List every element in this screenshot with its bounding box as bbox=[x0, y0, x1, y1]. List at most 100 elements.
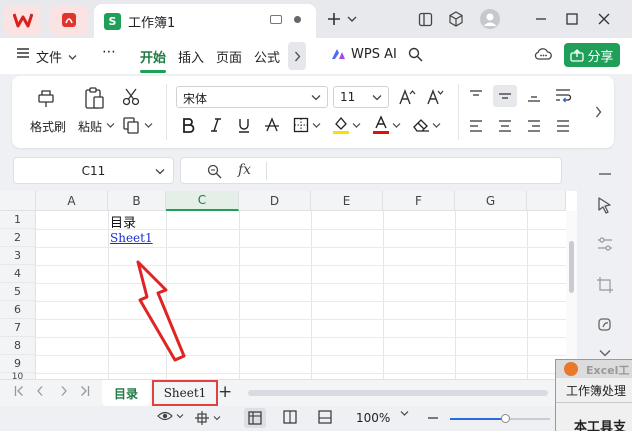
excel-tool-popup[interactable]: Excel工 工作簿处理 本工具支 bbox=[555, 359, 632, 431]
paste-chevron-down-icon[interactable] bbox=[106, 122, 115, 129]
horizontal-scrollbar[interactable] bbox=[248, 390, 548, 396]
cut-icon[interactable] bbox=[122, 88, 140, 106]
cell-b2-hyperlink[interactable]: Sheet1 bbox=[110, 231, 153, 245]
border-chevron-down-icon[interactable] bbox=[312, 122, 321, 129]
page-layout-view-icon[interactable] bbox=[283, 410, 297, 424]
crop-icon[interactable] bbox=[577, 276, 632, 294]
row-header-9[interactable]: 9 bbox=[0, 355, 36, 373]
row-header-2[interactable]: 2 bbox=[0, 229, 36, 247]
border-icon[interactable] bbox=[292, 117, 310, 133]
align-bottom-icon[interactable] bbox=[526, 89, 542, 103]
unsaved-dot-icon[interactable] bbox=[294, 16, 301, 23]
align-center-icon[interactable] bbox=[497, 119, 513, 133]
vertical-scrollbar-thumb[interactable] bbox=[569, 241, 574, 293]
align-top-icon[interactable] bbox=[468, 89, 484, 103]
popup-header[interactable]: Excel工 bbox=[556, 360, 632, 378]
column-header-b[interactable]: B bbox=[108, 191, 166, 211]
cube-icon[interactable] bbox=[448, 9, 464, 29]
bold-icon[interactable] bbox=[180, 117, 196, 133]
align-left-icon[interactable] bbox=[468, 119, 484, 133]
paste-label[interactable]: 粘贴 bbox=[78, 118, 102, 135]
next-sheet-icon[interactable] bbox=[60, 385, 68, 401]
maximize-icon[interactable] bbox=[566, 9, 578, 29]
wps-ai-icon[interactable] bbox=[330, 47, 346, 65]
eye-protection-icon[interactable] bbox=[157, 410, 184, 422]
name-box-chevron-down-icon[interactable] bbox=[155, 168, 165, 175]
pdf-app-button[interactable] bbox=[50, 5, 88, 35]
cell-b1[interactable]: 目录 bbox=[110, 212, 136, 231]
font-name-select[interactable]: 宋体 bbox=[176, 86, 328, 108]
row-header-1[interactable]: 1 bbox=[0, 211, 36, 229]
name-box[interactable]: C11 bbox=[13, 157, 174, 184]
zoom-chevron-down-icon[interactable] bbox=[400, 410, 409, 417]
tab-list-chevron-icon[interactable] bbox=[347, 9, 357, 29]
menu-more[interactable]: ⋯ bbox=[102, 44, 117, 60]
decrease-font-icon[interactable] bbox=[426, 88, 444, 106]
add-sheet-button[interactable]: + bbox=[218, 382, 232, 402]
first-sheet-icon[interactable] bbox=[14, 385, 24, 401]
close-icon[interactable] bbox=[598, 9, 610, 29]
eraser-chevron-down-icon[interactable] bbox=[432, 122, 441, 129]
menu-scroll-right-button[interactable] bbox=[288, 42, 306, 70]
search-icon[interactable] bbox=[408, 47, 423, 66]
file-chevron-down-icon[interactable] bbox=[68, 50, 77, 65]
new-tab-plus-icon[interactable] bbox=[326, 9, 342, 29]
copy-chevron-down-icon[interactable] bbox=[144, 122, 153, 129]
paste-icon[interactable] bbox=[82, 85, 106, 111]
vertical-scrollbar[interactable] bbox=[566, 211, 577, 379]
increase-font-icon[interactable] bbox=[398, 88, 416, 106]
tab-formula[interactable]: 公式 bbox=[254, 47, 280, 66]
sheet-tab-toc[interactable]: 目录 bbox=[102, 380, 150, 406]
column-header-g[interactable]: G bbox=[455, 191, 527, 211]
zoom-slider-knob[interactable] bbox=[501, 414, 510, 423]
italic-icon[interactable] bbox=[208, 117, 224, 133]
justify-icon[interactable] bbox=[555, 119, 571, 133]
column-header-a[interactable]: A bbox=[36, 191, 108, 211]
align-middle-icon[interactable] bbox=[497, 89, 513, 103]
minimize-icon[interactable] bbox=[535, 9, 547, 29]
brush-icon[interactable] bbox=[577, 316, 632, 334]
fill-chevron-down-icon[interactable] bbox=[352, 122, 361, 129]
eraser-icon[interactable] bbox=[412, 117, 430, 133]
fill-color-icon[interactable] bbox=[332, 115, 350, 135]
avatar[interactable] bbox=[480, 9, 500, 29]
zoom-slider[interactable] bbox=[450, 414, 550, 423]
select-all-corner[interactable] bbox=[0, 191, 36, 211]
select-cursor-icon[interactable] bbox=[577, 196, 632, 214]
settings-sliders-icon[interactable] bbox=[577, 236, 632, 252]
wps-home-button[interactable] bbox=[4, 5, 42, 35]
font-size-select[interactable]: 11 bbox=[333, 86, 389, 108]
row-header-4[interactable]: 4 bbox=[0, 265, 36, 283]
font-color-icon[interactable] bbox=[372, 115, 390, 135]
column-header-d[interactable]: D bbox=[239, 191, 311, 211]
column-header-e[interactable]: E bbox=[311, 191, 383, 211]
row-header-5[interactable]: 5 bbox=[0, 283, 36, 301]
fx-icon[interactable]: fx bbox=[238, 162, 251, 178]
underline-icon[interactable] bbox=[236, 117, 252, 133]
row-header-3[interactable]: 3 bbox=[0, 247, 36, 265]
collapse-panel-icon[interactable] bbox=[577, 172, 632, 176]
font-color-chevron-down-icon[interactable] bbox=[392, 122, 401, 129]
column-header-c[interactable]: C bbox=[166, 191, 239, 211]
sheet-tab-sheet1[interactable]: Sheet1 bbox=[152, 380, 218, 406]
row-header-8[interactable]: 8 bbox=[0, 337, 36, 355]
share-button[interactable]: 分享 bbox=[564, 43, 620, 67]
wrap-text-icon[interactable] bbox=[554, 87, 572, 105]
prev-sheet-icon[interactable] bbox=[36, 385, 44, 401]
menu-file[interactable]: 文件 bbox=[36, 47, 62, 66]
panel-chevron-down-icon[interactable] bbox=[577, 349, 632, 357]
ribbon-scroll-right-button[interactable] bbox=[590, 94, 606, 130]
cloud-sync-icon[interactable] bbox=[534, 46, 552, 66]
column-header-f[interactable]: F bbox=[383, 191, 455, 211]
page-break-view-icon[interactable] bbox=[318, 410, 332, 424]
align-right-icon[interactable] bbox=[526, 119, 542, 133]
popup-subtitle[interactable]: 工作簿处理 bbox=[566, 382, 626, 399]
normal-view-icon[interactable] bbox=[244, 408, 266, 428]
row-header-7[interactable]: 7 bbox=[0, 319, 36, 337]
tab-home[interactable]: 开始 bbox=[140, 47, 166, 66]
copy-icon[interactable] bbox=[122, 116, 140, 134]
cell-focus-icon[interactable] bbox=[194, 410, 221, 426]
zoom-out-icon[interactable] bbox=[428, 417, 438, 419]
hamburger-menu-icon[interactable] bbox=[16, 46, 30, 64]
wps-ai-button[interactable]: WPS AI bbox=[351, 47, 397, 62]
